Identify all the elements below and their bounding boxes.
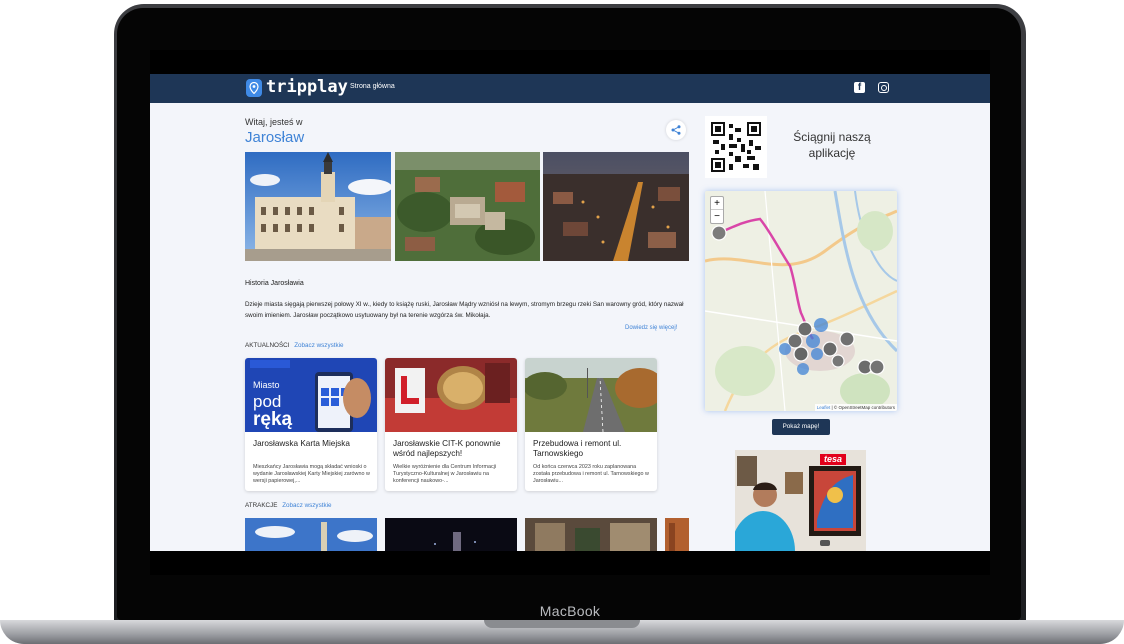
attraction-card[interactable] [665, 518, 689, 551]
news-card-desc: Mieszkańcy Jarosławia mogą składać wnios… [253, 464, 370, 484]
logo-text[interactable]: tripplay [266, 77, 348, 97]
screen-bottom-bar [150, 551, 990, 575]
welcome-text: Witaj, jesteś w [245, 117, 303, 127]
share-button[interactable] [666, 120, 686, 140]
qr-code-icon [711, 122, 761, 172]
history-text: Dzieje miasta sięgają pierwszej połowy X… [245, 301, 684, 319]
photo-aerial-old-town[interactable] [395, 152, 540, 261]
map-zoom-control: + − [710, 196, 724, 224]
show-map-button[interactable]: Pokaż mapę! [772, 419, 830, 435]
ad-brand-logo: tesa [820, 454, 847, 465]
news-card-image [525, 358, 657, 432]
facebook-icon[interactable]: f [854, 82, 865, 93]
screen: tripplay Strona główna f Witaj, jesteś w… [150, 50, 990, 575]
nav-home-link[interactable]: Strona główna [350, 83, 395, 90]
device-brand-label: MacBook [539, 603, 601, 619]
news-card[interactable]: Jarosławskie CIT-K ponownie wśród najlep… [385, 358, 517, 491]
map-widget[interactable]: + − Leaflet | © OpenStreetMap contributo… [705, 191, 897, 411]
read-more-link[interactable]: Dowiedz się więcej! [625, 325, 677, 331]
attractions-section-label: ATRAKCJE Zobacz wszystkie [245, 502, 332, 509]
news-section-label: AKTUALNOŚCI Zobacz wszystkie [245, 342, 344, 349]
photo-town-hall[interactable] [245, 152, 391, 261]
news-image-text-3: ręką [253, 409, 293, 430]
attraction-card[interactable] [385, 518, 517, 551]
laptop-notch [484, 620, 640, 628]
zoom-in-button[interactable]: + [711, 197, 723, 210]
osm-attribution[interactable]: | © OpenStreetMap contributors [831, 405, 895, 410]
photo-city-night[interactable] [543, 152, 689, 261]
news-label: AKTUALNOŚCI [245, 342, 290, 349]
top-navbar: tripplay Strona główna f [150, 74, 990, 103]
advertisement[interactable]: tesa [735, 450, 866, 551]
news-card-desc: Od końca czerwca 2023 roku zaplanowana z… [533, 464, 649, 484]
news-card-title: Jarosławska Karta Miejska [253, 439, 350, 448]
qr-code[interactable] [705, 116, 767, 178]
page-content: Witaj, jesteś w Jarosław Historia Jarosł… [150, 103, 990, 551]
news-card[interactable]: Przebudowa i remont ul. Tarnowskiego Od … [525, 358, 657, 491]
news-card-title: Przebudowa i remont ul. Tarnowskiego [533, 439, 622, 458]
news-card-image [385, 358, 517, 432]
map-attribution: Leaflet | © OpenStreetMap contributors [814, 404, 897, 411]
zoom-out-button[interactable]: − [711, 210, 723, 223]
leaflet-link[interactable]: Leaflet [817, 405, 831, 410]
location-pin-icon[interactable] [246, 79, 262, 97]
history-title: Historia Jarosławia [245, 280, 304, 287]
attraction-card[interactable] [525, 518, 657, 551]
news-card-desc: Wielkie wyróżnienie dla Centrum Informac… [393, 464, 497, 484]
attractions-label: ATRAKCJE [245, 502, 278, 509]
news-image-text-1: Miasto [253, 380, 280, 390]
instagram-icon[interactable] [878, 82, 889, 93]
app-download-text: Ściągnij naszą aplikację [793, 130, 871, 160]
attraction-card[interactable] [245, 518, 377, 551]
attractions-see-all-link[interactable]: Zobacz wszystkie [282, 502, 331, 509]
city-title: Jarosław [245, 129, 305, 146]
share-icon [671, 125, 681, 135]
news-card-title: Jarosławskie CIT-K ponownie wśród najlep… [393, 439, 501, 458]
news-see-all-link[interactable]: Zobacz wszystkie [294, 342, 343, 349]
news-card[interactable]: Miasto pod ręką Jarosławska Karta Miejsk… [245, 358, 377, 491]
